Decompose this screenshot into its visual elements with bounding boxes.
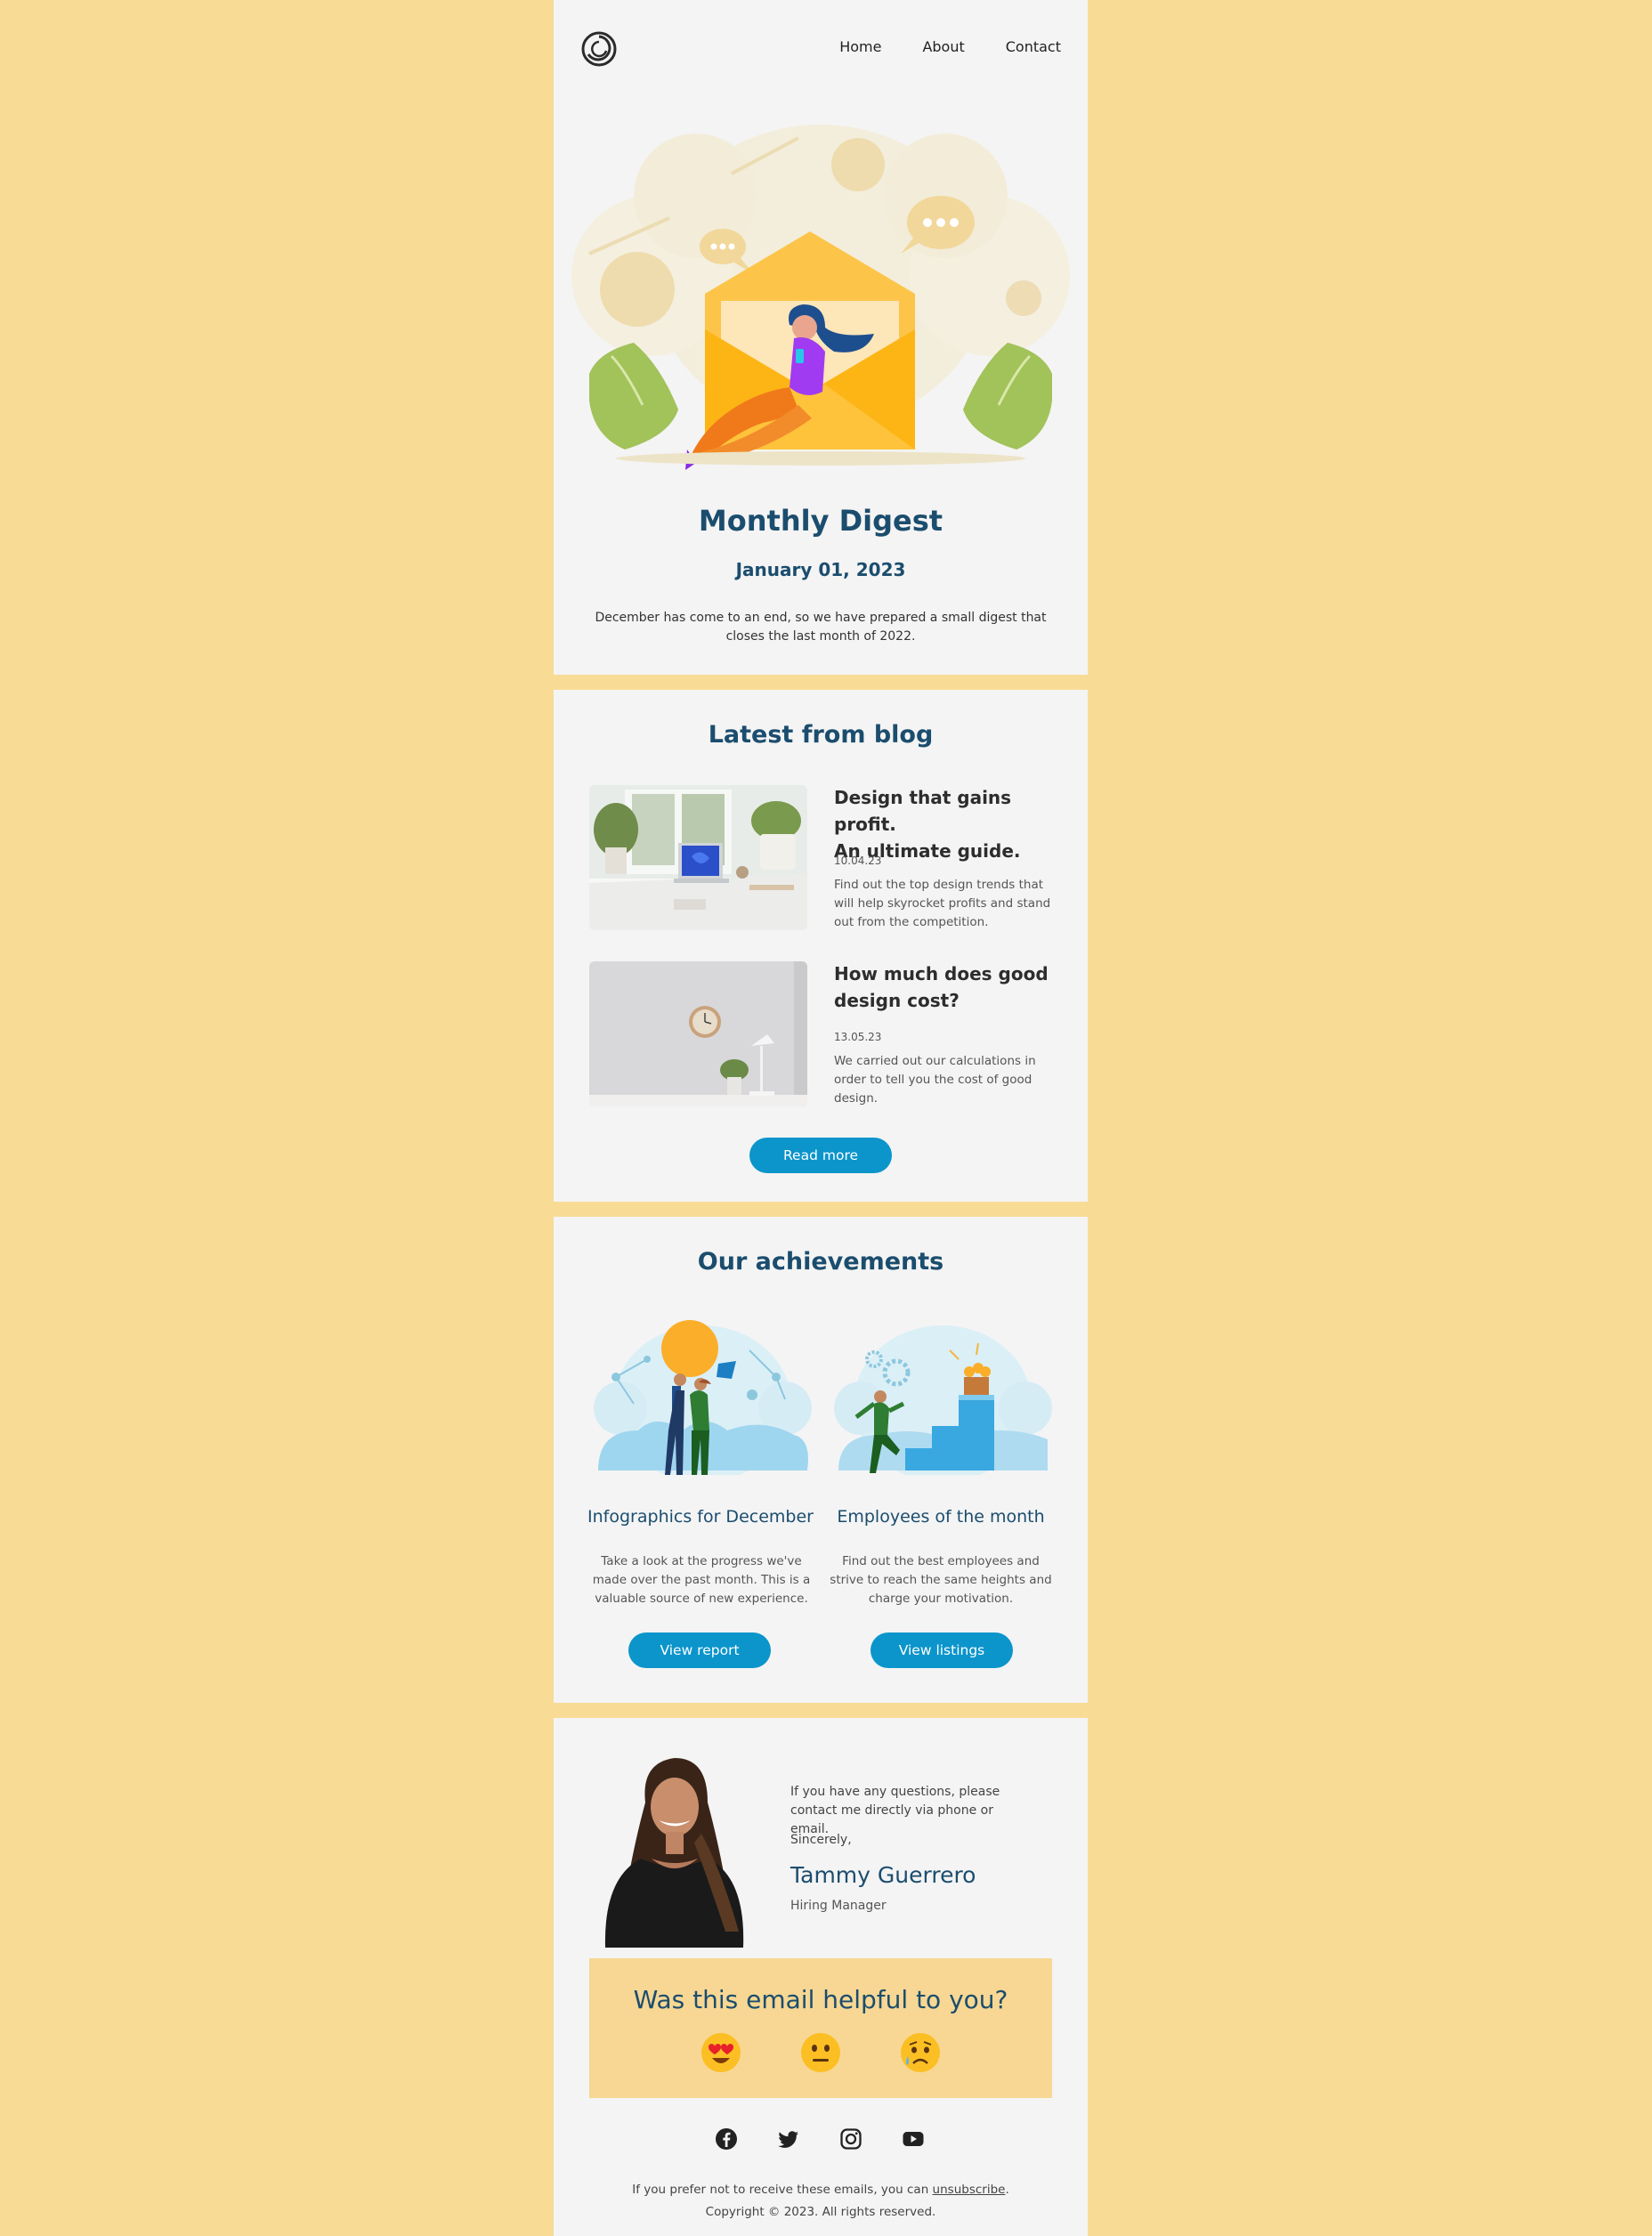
signature-role: Hiring Manager (790, 1899, 887, 1913)
logo-ring-icon[interactable] (580, 27, 618, 71)
sad-tear-emoji[interactable] (899, 2031, 942, 2074)
post-date: 10.04.23 (834, 855, 882, 867)
blog-heading: Latest from blog (708, 721, 934, 749)
post-title-line: design cost? (834, 990, 960, 1011)
unsubscribe-link[interactable]: unsubscribe (933, 2183, 1006, 2197)
post-title-line: Design that gains profit. (834, 787, 1012, 835)
post-excerpt: We carried out our calculations in order… (834, 1054, 1036, 1106)
post-image-desk[interactable] (589, 785, 807, 930)
post-title[interactable]: How much does good design cost? (834, 960, 1065, 1014)
employees-illustration (834, 1325, 1052, 1475)
digest-date: January 01, 2023 (735, 559, 906, 580)
instagram-icon[interactable] (839, 2127, 862, 2151)
achievement-text: Find out the best employees and strive t… (830, 1554, 1052, 1606)
post-excerpt: Find out the top design trends that will… (834, 878, 1051, 929)
unsubscribe-line: If you prefer not to receive these email… (554, 2183, 1088, 2197)
heart-eyes-emoji[interactable] (700, 2031, 742, 2074)
read-more-button[interactable]: Read more (749, 1138, 892, 1173)
page-title: Monthly Digest (698, 504, 943, 538)
unsubscribe-suffix: . (1005, 2183, 1009, 2197)
twitter-icon[interactable] (777, 2127, 800, 2151)
post-date: 13.05.23 (834, 1031, 882, 1043)
achievement-title: Employees of the month (837, 1507, 1045, 1527)
closing-text: Sincerely, (790, 1833, 852, 1847)
contact-section: If you have any questions, please contac… (554, 1718, 1088, 2236)
nav-contact-link[interactable]: Contact (1006, 38, 1061, 55)
feedback-question: Was this email helpful to you? (633, 1985, 1008, 2014)
post-image-clock[interactable] (589, 961, 807, 1106)
copyright-text: Copyright © 2023. All rights reserved. (705, 2205, 936, 2219)
feedback-box: Was this email helpful to you? (589, 1958, 1052, 2098)
hero-illustration (571, 125, 1070, 470)
neutral-face-emoji[interactable] (799, 2031, 842, 2074)
top-nav: Home About Contact (839, 38, 1061, 55)
view-report-button[interactable]: View report (628, 1632, 771, 1668)
manager-photo (604, 1758, 744, 1948)
post-title[interactable]: Design that gains profit. An ultimate gu… (834, 784, 1065, 864)
achievement-title: Infographics for December (587, 1507, 814, 1527)
facebook-icon[interactable] (715, 2127, 738, 2151)
intro-text: December has come to an end, so we have … (595, 611, 1047, 644)
achievements-heading: Our achievements (697, 1248, 944, 1276)
post-title-line: How much does good (834, 963, 1049, 984)
blog-section: Latest from blog Design that gains profi… (554, 690, 1088, 1202)
unsubscribe-prefix: If you prefer not to receive these email… (632, 2183, 933, 2197)
achievements-section: Our achievements Infographics for Decemb… (554, 1217, 1088, 1703)
hero-section: Home About Contact Monthly Digest Januar… (554, 0, 1088, 675)
nav-about-link[interactable]: About (922, 38, 964, 55)
youtube-icon[interactable] (902, 2127, 925, 2151)
view-listings-button[interactable]: View listings (871, 1632, 1013, 1668)
infographics-illustration (594, 1320, 812, 1475)
nav-home-link[interactable]: Home (839, 38, 881, 55)
achievement-text: Take a look at the progress we've made o… (592, 1554, 811, 1606)
signature-name: Tammy Guerrero (790, 1862, 976, 1888)
